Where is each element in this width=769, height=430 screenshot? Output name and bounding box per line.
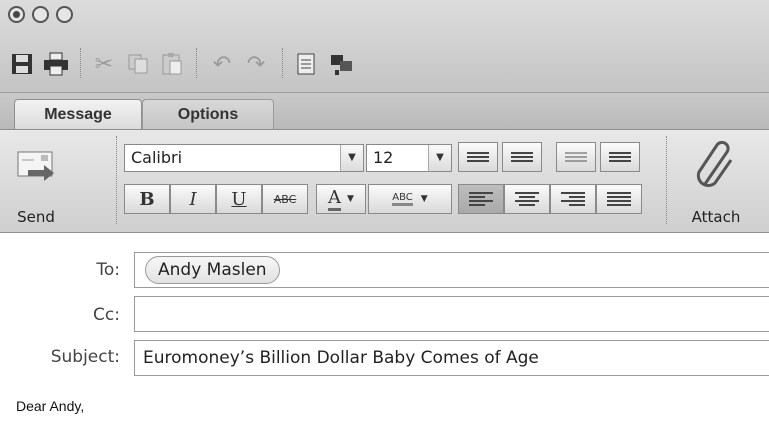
decrease-indent-button[interactable]: [556, 142, 596, 172]
send-button[interactable]: Send: [6, 142, 66, 226]
justify-icon: [607, 190, 631, 208]
minimize-window-button[interactable]: [32, 6, 49, 23]
font-name-value: Calibri: [131, 148, 183, 167]
toolbar-separator: [196, 48, 197, 78]
increase-indent-button[interactable]: [600, 142, 640, 172]
align-center-button[interactable]: [504, 184, 550, 214]
to-field[interactable]: Andy Maslen: [134, 252, 769, 288]
cc-label: Cc:: [93, 305, 120, 325]
paste-icon[interactable]: [158, 50, 186, 78]
chevron-down-icon: ▼: [428, 145, 451, 171]
highlight-button[interactable]: ABC ▼: [368, 184, 452, 214]
ribbon-separator: [666, 136, 667, 224]
chevron-down-icon: ▼: [347, 194, 354, 204]
strikethrough-label: ABC: [273, 192, 297, 206]
align-left-button[interactable]: [458, 184, 504, 214]
font-size-select[interactable]: 12 ▼: [366, 144, 452, 172]
bullets-button[interactable]: [458, 142, 498, 172]
chevron-down-icon: ▼: [340, 145, 363, 171]
subject-field[interactable]: Euromoney’s Billion Dollar Baby Comes of…: [134, 340, 769, 376]
bold-label: B: [139, 188, 155, 210]
window-titlebar: ✂ ↶ ↷: [0, 0, 769, 93]
chevron-down-icon: ▼: [420, 194, 428, 204]
font-color-button[interactable]: A ▼: [316, 184, 366, 214]
font-name-select[interactable]: Calibri ▼: [124, 144, 364, 172]
send-label: Send: [17, 208, 55, 226]
bulleted-list-icon: [467, 150, 489, 164]
undo-icon[interactable]: ↶: [208, 50, 236, 78]
numbered-list-icon: [511, 150, 533, 164]
cut-icon[interactable]: ✂: [90, 50, 118, 78]
attach-button[interactable]: Attach: [676, 138, 756, 226]
address-book-icon[interactable]: [292, 50, 320, 78]
justify-button[interactable]: [596, 184, 642, 214]
print-icon[interactable]: [42, 50, 70, 78]
font-size-value: 12: [373, 148, 394, 167]
bold-button[interactable]: B: [124, 184, 170, 214]
numbering-button[interactable]: [502, 142, 542, 172]
tab-message[interactable]: Message: [14, 99, 142, 129]
cc-field[interactable]: [134, 296, 769, 332]
tab-options[interactable]: Options: [142, 99, 274, 129]
align-center-icon: [515, 190, 539, 208]
highlight-label: ABC: [392, 192, 413, 206]
subject-label: Subject:: [50, 347, 120, 367]
copy-icon[interactable]: [124, 50, 152, 78]
save-icon[interactable]: [8, 50, 36, 78]
to-label: To:: [96, 260, 120, 280]
underline-button[interactable]: U: [216, 184, 262, 214]
toolbar-separator: [282, 48, 283, 78]
paperclip-icon: [696, 140, 733, 188]
toolbar-separator: [80, 48, 81, 78]
attach-label: Attach: [691, 208, 741, 226]
align-left-icon: [469, 190, 493, 208]
message-body[interactable]: Dear Andy,: [16, 398, 84, 414]
underline-label: U: [231, 188, 247, 210]
close-window-button[interactable]: [8, 6, 25, 23]
recipient-token[interactable]: Andy Maslen: [145, 256, 280, 284]
redo-icon[interactable]: ↷: [242, 50, 270, 78]
send-icon: [17, 151, 54, 181]
ribbon-separator: [116, 136, 117, 224]
check-names-icon[interactable]: [328, 50, 356, 78]
increase-indent-icon: [609, 150, 631, 164]
zoom-window-button[interactable]: [56, 6, 73, 23]
message-ribbon: Send Calibri ▼ 12 ▼ B I U ABC A ▼ ABC ▼: [0, 130, 769, 233]
align-right-button[interactable]: [550, 184, 596, 214]
strikethrough-button[interactable]: ABC: [262, 184, 308, 214]
decrease-indent-icon: [565, 150, 587, 164]
italic-label: I: [189, 188, 197, 210]
font-color-label: A: [328, 187, 342, 211]
italic-button[interactable]: I: [170, 184, 216, 214]
ribbon-tabs: Message Options: [0, 93, 769, 130]
align-right-icon: [561, 190, 585, 208]
